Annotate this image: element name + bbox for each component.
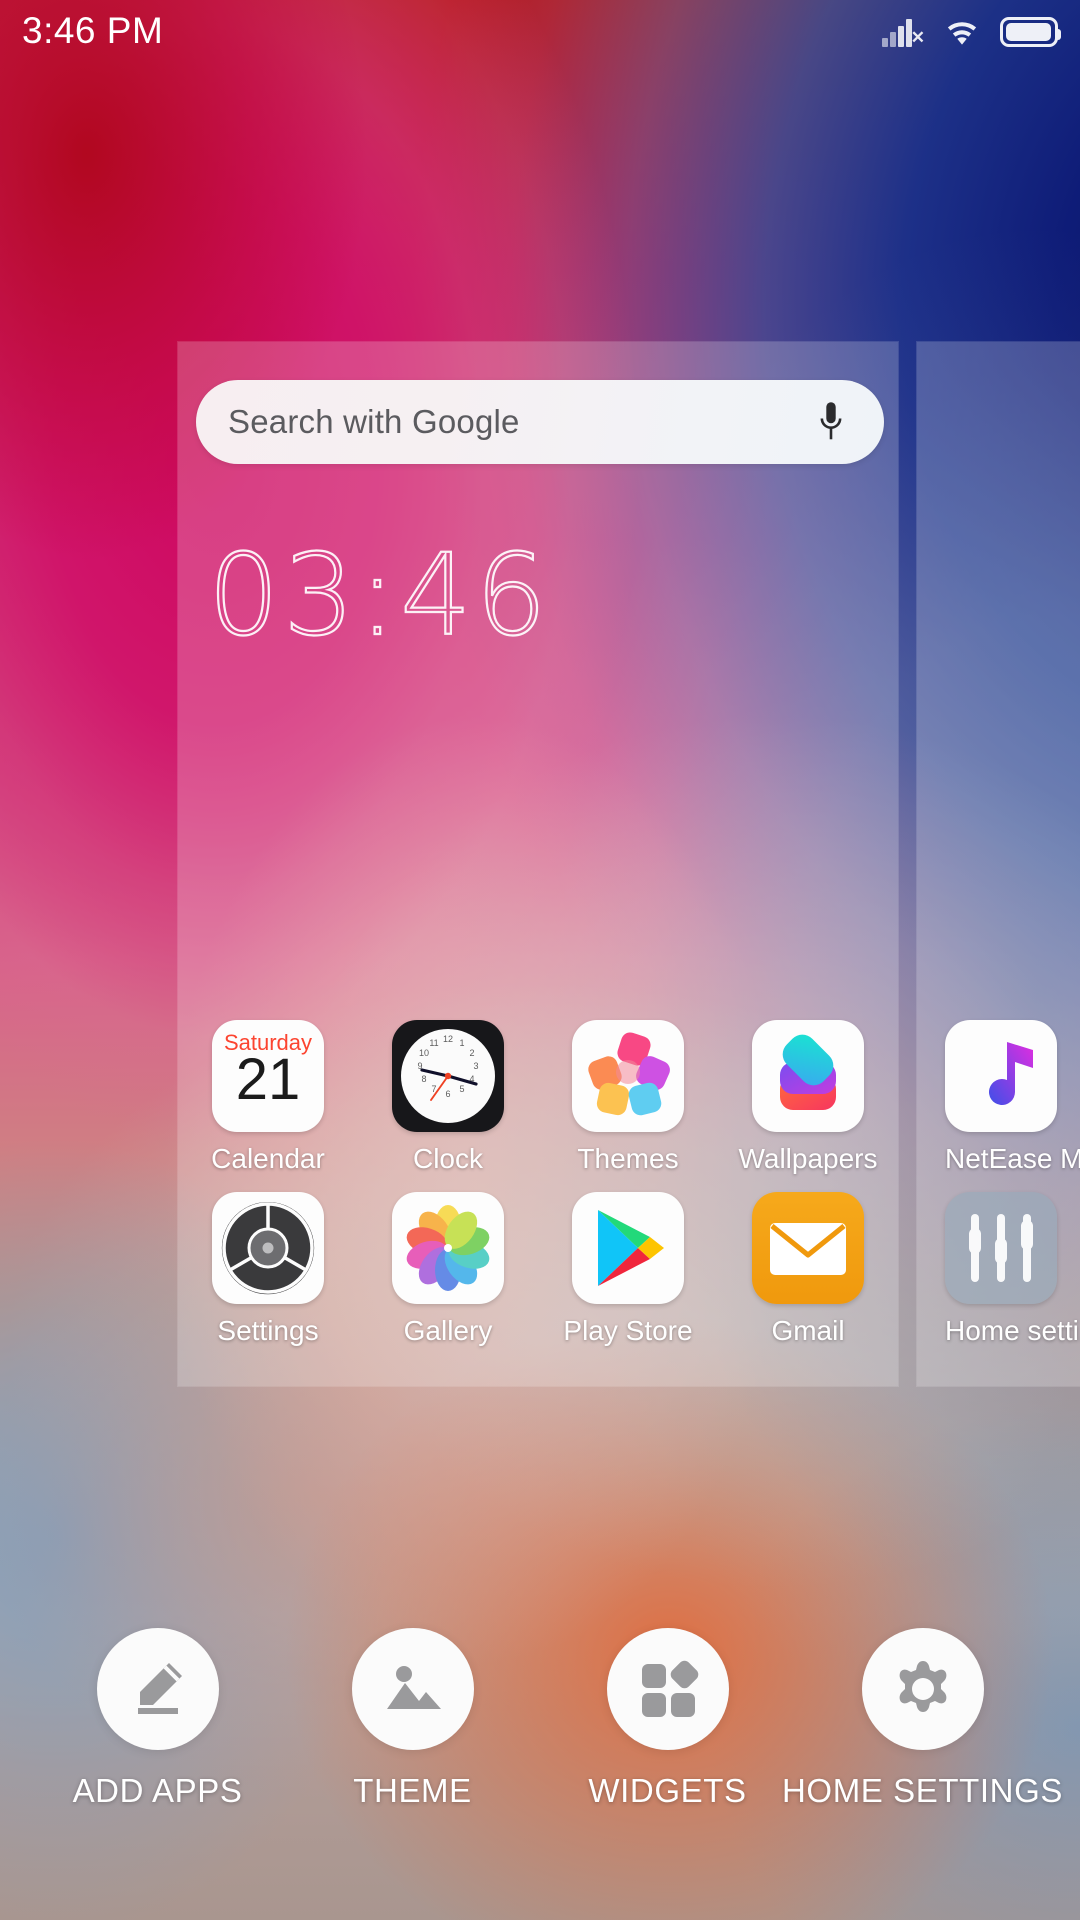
next-page-apps: NetEase M...: [917, 1020, 1080, 1364]
toolbar-add-apps[interactable]: ADD APPS: [30, 1628, 285, 1810]
gallery-icon[interactable]: [392, 1192, 504, 1304]
app-label: Clock: [412, 1143, 483, 1174]
gear-icon[interactable]: [861, 1628, 984, 1750]
edit-mode-toolbar: ADD APPS THEME WIDGETS HOME SETTINGS: [0, 1590, 1080, 1920]
play-store-icon[interactable]: [572, 1192, 684, 1304]
google-search-bar[interactable]: Search with Google: [196, 380, 884, 464]
status-bar: 3:46 PM ✕: [0, 0, 1080, 62]
image-icon[interactable]: [351, 1628, 474, 1750]
svg-text:6: 6: [445, 1089, 450, 1099]
wifi-icon: [947, 22, 977, 45]
themes-icon[interactable]: [572, 1020, 684, 1132]
app-gmail[interactable]: Gmail: [718, 1192, 898, 1364]
toolbar-widgets[interactable]: WIDGETS: [540, 1628, 795, 1810]
calendar-icon[interactable]: Saturday 21: [212, 1020, 324, 1132]
app-play-store[interactable]: Play Store: [538, 1192, 718, 1364]
widgets-grid-icon[interactable]: [606, 1628, 729, 1750]
toolbar-theme[interactable]: THEME: [285, 1628, 540, 1810]
microphone-icon[interactable]: [816, 401, 846, 443]
battery-icon: [1000, 17, 1061, 47]
svg-text:5: 5: [459, 1084, 464, 1094]
app-label: Calendar: [211, 1143, 325, 1174]
home-settings-icon[interactable]: [945, 1192, 1057, 1304]
status-time: 3:46 PM: [22, 10, 164, 51]
app-label: Wallpapers: [738, 1143, 878, 1174]
status-icons: ✕: [882, 15, 1061, 47]
svg-text:8: 8: [421, 1074, 426, 1084]
app-row: Saturday 21 Calendar 12 1 2 345 678 9 10 11: [178, 1020, 898, 1192]
app-label: Gmail: [771, 1315, 845, 1346]
signal-no-sim-icon: ✕: [882, 15, 925, 47]
app-home-settings[interactable]: Home setti...: [917, 1192, 1080, 1364]
app-gallery[interactable]: Gallery: [358, 1192, 538, 1364]
app-grid: Saturday 21 Calendar 12 1 2 345 678 9 10 11: [178, 1020, 898, 1364]
toolbar-label: HOME SETTINGS: [782, 1772, 1063, 1809]
settings-icon[interactable]: [212, 1192, 324, 1304]
clock-icon[interactable]: 12 1 2 345 678 9 10 11: [392, 1020, 504, 1132]
app-themes[interactable]: Themes: [538, 1020, 718, 1192]
app-label: NetEase M...: [945, 1143, 1080, 1174]
app-label: Settings: [217, 1315, 319, 1346]
svg-text:12: 12: [443, 1034, 453, 1044]
toolbar-label: ADD APPS: [72, 1772, 243, 1809]
app-clock[interactable]: 12 1 2 345 678 9 10 11 Clock: [358, 1020, 538, 1192]
app-row: Home setti...: [917, 1192, 1080, 1364]
clock-widget[interactable]: 03:46: [207, 539, 551, 653]
app-row: NetEase M...: [917, 1020, 1080, 1192]
app-label: Themes: [577, 1143, 679, 1174]
toolbar-home-settings[interactable]: HOME SETTINGS: [782, 1628, 1062, 1810]
pencil-icon[interactable]: [96, 1628, 219, 1750]
search-input[interactable]: Search with Google: [228, 403, 520, 441]
svg-text:10: 10: [419, 1048, 429, 1058]
netease-music-icon[interactable]: [945, 1020, 1057, 1132]
toolbar-label: WIDGETS: [588, 1772, 747, 1809]
toolbar-label: THEME: [353, 1772, 472, 1809]
app-calendar[interactable]: Saturday 21 Calendar: [178, 1020, 358, 1192]
app-wallpapers[interactable]: Wallpapers: [718, 1020, 898, 1192]
app-settings[interactable]: Settings: [178, 1192, 358, 1364]
svg-text:3: 3: [473, 1061, 478, 1071]
app-row: Settings Gallery Play Store Gmail: [178, 1192, 898, 1364]
app-label: Gallery: [403, 1315, 493, 1346]
app-label: Play Store: [563, 1315, 693, 1346]
app-netease-music[interactable]: NetEase M...: [917, 1020, 1080, 1192]
app-label: Home setti...: [945, 1315, 1080, 1346]
svg-text:2: 2: [469, 1048, 474, 1058]
gmail-icon[interactable]: [752, 1192, 864, 1304]
svg-text:1: 1: [459, 1038, 464, 1048]
home-screen: 3:46 PM ✕ Search with Google 03:46 Satur…: [0, 0, 1080, 1920]
wallpapers-icon[interactable]: [752, 1020, 864, 1132]
calendar-date: 21: [235, 1047, 301, 1112]
svg-text:11: 11: [429, 1038, 438, 1048]
